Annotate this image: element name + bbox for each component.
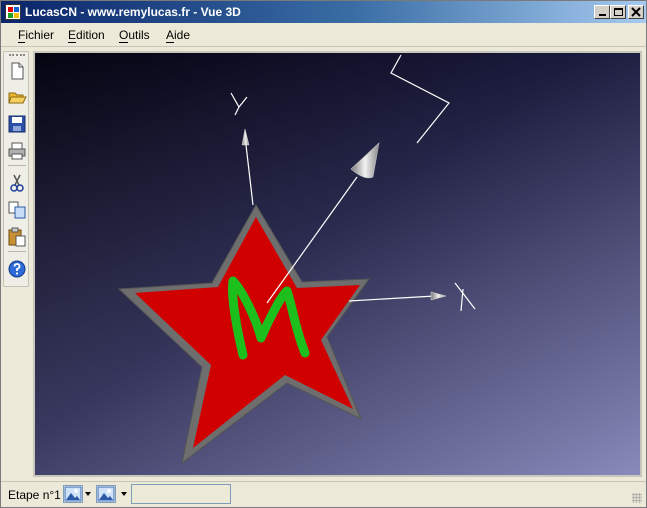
scene-canvas[interactable]: X Y M bbox=[35, 53, 640, 475]
maximize-button[interactable] bbox=[610, 5, 626, 19]
toolbar-grip[interactable] bbox=[9, 54, 25, 57]
chevron-down-icon[interactable] bbox=[85, 492, 91, 496]
help-icon bbox=[8, 260, 26, 278]
save-button[interactable] bbox=[7, 114, 27, 134]
close-icon bbox=[631, 7, 641, 17]
copy-button[interactable] bbox=[7, 200, 27, 220]
close-button[interactable] bbox=[628, 5, 644, 19]
picture-icon bbox=[97, 486, 115, 502]
minimize-button[interactable] bbox=[594, 5, 610, 19]
menu-label: ichier bbox=[25, 28, 55, 42]
maximize-icon bbox=[614, 8, 623, 16]
image-button-2[interactable] bbox=[96, 485, 116, 503]
status-bar: Etape n°1 bbox=[1, 481, 646, 507]
menu-aide[interactable]: Aide bbox=[166, 28, 191, 43]
toolbar bbox=[3, 51, 29, 287]
app-icon[interactable] bbox=[5, 4, 21, 20]
window-title: LucasCN - www.remylucas.fr - Vue 3D bbox=[25, 5, 241, 19]
menu-label: ide bbox=[174, 28, 191, 42]
menu-outils[interactable]: Outils bbox=[119, 28, 150, 43]
chevron-down-icon[interactable] bbox=[121, 492, 127, 496]
save-disk-icon bbox=[8, 115, 26, 133]
copy-icon bbox=[8, 201, 26, 219]
new-button[interactable] bbox=[7, 61, 27, 81]
open-folder-icon bbox=[8, 92, 27, 104]
3d-viewport[interactable]: X Y M bbox=[33, 51, 642, 477]
paste-button[interactable] bbox=[7, 227, 27, 247]
menu-mnemonic: O bbox=[119, 28, 129, 43]
print-button[interactable] bbox=[7, 141, 27, 161]
menu-mnemonic: E bbox=[68, 28, 77, 43]
status-field bbox=[131, 484, 231, 504]
print-icon bbox=[8, 142, 26, 160]
menu-mnemonic: A bbox=[166, 28, 175, 43]
minimize-icon bbox=[599, 14, 606, 16]
image-button-1[interactable] bbox=[63, 485, 83, 503]
new-file-icon bbox=[11, 62, 24, 80]
help-button[interactable] bbox=[7, 259, 27, 279]
picture-icon bbox=[64, 486, 82, 502]
title-bar[interactable]: LucasCN - www.remylucas.fr - Vue 3D bbox=[1, 1, 646, 23]
cut-scissors-icon bbox=[10, 174, 24, 192]
menu-label: utils bbox=[128, 28, 150, 42]
menu-bar: Fichier Edition Outils Aide bbox=[1, 23, 646, 47]
step-label: Etape n°1 bbox=[8, 488, 61, 502]
menu-fichier[interactable]: Fichier bbox=[18, 28, 55, 43]
open-button[interactable] bbox=[7, 87, 27, 107]
paste-icon bbox=[8, 227, 26, 247]
menu-edition[interactable]: Edition bbox=[68, 28, 105, 43]
menu-label: dition bbox=[76, 28, 105, 42]
resize-grip[interactable] bbox=[632, 493, 642, 503]
cut-button[interactable] bbox=[7, 173, 27, 193]
app-window: LucasCN - www.remylucas.fr - Vue 3D Fich… bbox=[0, 0, 647, 508]
